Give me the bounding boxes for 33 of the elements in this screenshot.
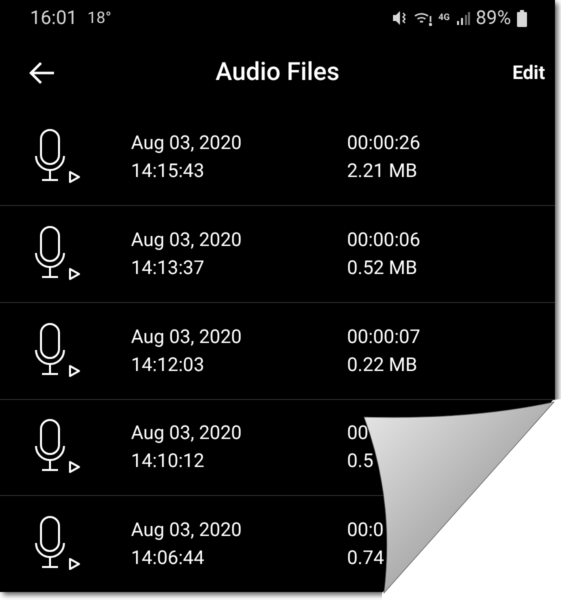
recording-duration: 00:0 — [347, 517, 384, 544]
recording-time: 14:15:43 — [131, 158, 206, 184]
recording-date: Aug 03, 2020 — [131, 420, 243, 446]
wifi-icon — [414, 10, 432, 26]
recording-duration: 00:00:07 — [347, 324, 420, 350]
recording-date: Aug 03, 2020 — [131, 517, 243, 544]
recording-time: 14:12:03 — [131, 352, 206, 378]
file-size: 0.5 — [347, 448, 374, 474]
file-size: 2.21 MB — [347, 158, 418, 184]
edit-button[interactable]: Edit — [512, 58, 545, 87]
page-title: Audio Files — [216, 57, 340, 89]
recording-duration: 00:00:26 — [347, 130, 420, 156]
signal-icon — [456, 11, 470, 26]
recording-duration: 00:00:06 — [347, 227, 420, 254]
back-arrow-icon — [29, 62, 55, 84]
file-size: 0.52 MB — [347, 255, 418, 282]
recording-time: 14:13:37 — [131, 255, 206, 282]
recording-duration: 00 — [347, 420, 370, 446]
recording-date: Aug 03, 2020 — [131, 324, 243, 350]
battery-level: 89% — [476, 5, 511, 32]
recording-time: 14:06:44 — [131, 545, 206, 572]
file-size: 0.22 MB — [347, 352, 418, 378]
network-type: 4G — [438, 14, 450, 23]
temperature: 18° — [87, 7, 112, 30]
file-size: 0.74 — [347, 545, 384, 572]
battery-icon — [517, 10, 527, 27]
mute-icon — [392, 10, 408, 26]
recording-date: Aug 03, 2020 — [131, 130, 243, 156]
microphone-play-icon — [33, 128, 81, 186]
clock: 16:01 — [30, 5, 78, 32]
recording-date: Aug 03, 2020 — [131, 227, 243, 254]
recording-time: 14:10:12 — [131, 448, 206, 474]
microphone-play-icon — [33, 322, 81, 380]
